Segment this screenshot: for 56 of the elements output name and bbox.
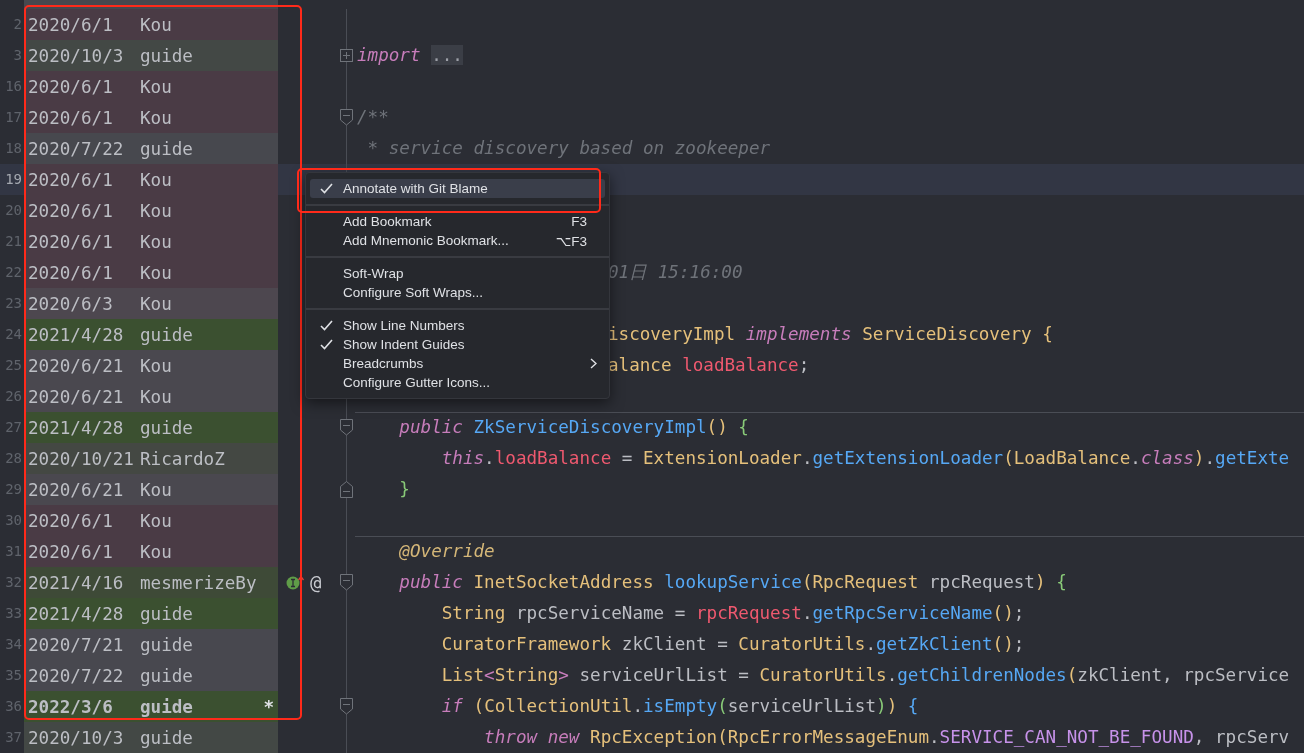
menu-item[interactable]: Configure Soft Wraps... [310, 283, 605, 302]
code-line: public ZkServiceDiscoveryImpl() { [398, 416, 749, 439]
code-line: String rpcServiceName = rpcRequest.getRpcServiceName(); [440, 602, 1025, 625]
blame-annotation[interactable]: 2020/7/22 guide [24, 660, 278, 691]
menu-item[interactable]: Add Bookmark F3 [310, 212, 605, 231]
menu-item[interactable]: Show Line Numbers [310, 316, 605, 335]
blame-annotation[interactable]: 2020/6/1 Kou [24, 505, 278, 536]
menu-item[interactable]: Show Indent Guides [310, 335, 605, 354]
blame-annotation[interactable]: 2021/4/28 guide [24, 598, 278, 629]
menu-item[interactable]: Add Mnemonic Bookmark... ⌥F3 [310, 231, 605, 250]
code-line: if (CollectionUtil.isEmpty(serviceUrlList)) { [440, 695, 919, 718]
blame-annotation[interactable]: 2021/4/28 guide [24, 412, 278, 443]
fold-end-icon[interactable] [340, 481, 353, 498]
code-line: throw new RpcException(RpcErrorMessageEnum.SERVICE_CAN_NOT_BE_FOUND, rpcServ [483, 726, 1290, 749]
menu-item[interactable]: Annotate with Git Blame [310, 179, 605, 198]
blame-annotation[interactable]: 2020/6/21 Kou [24, 381, 278, 412]
menu-item[interactable]: Breadcrumbs [310, 354, 605, 373]
blame-annotation[interactable]: 2020/6/1 Kou [24, 536, 278, 567]
blame-annotation[interactable]: 2020/6/3 Kou [24, 288, 278, 319]
blame-annotation[interactable]: 2020/6/1 Kou [24, 226, 278, 257]
fold-minus-icon[interactable] [340, 419, 353, 436]
code-line: List<String> serviceUrlList = CuratorUtils.getChildrenNodes(zkClient, rpcService [440, 664, 1290, 687]
fold-minus-icon[interactable] [340, 109, 353, 126]
blame-annotation[interactable]: 2020/6/21 Kou [24, 350, 278, 381]
fold-plus-icon[interactable] [340, 49, 353, 62]
code-line: this.loadBalance = ExtensionLoader.getExtensionLoader(LoadBalance.class).getExte [440, 447, 1290, 470]
line-number: 19 [4, 170, 23, 189]
blame-annotation[interactable]: 2020/10/21 RicardoZ [24, 443, 278, 474]
blame-annotation[interactable]: 2020/6/1 Kou [24, 9, 278, 40]
blame-annotation[interactable]: 2020/6/1 Kou [24, 164, 278, 195]
fold-minus-icon[interactable] [340, 698, 353, 715]
blame-annotation[interactable]: 2020/6/21 Kou [24, 474, 278, 505]
menu-item[interactable]: Soft-Wrap [310, 264, 605, 283]
blame-annotation[interactable]: 2020/6/1 Kou [24, 71, 278, 102]
blame-annotation[interactable]: 2020/6/1 Kou [24, 102, 278, 133]
at-sign-mark[interactable]: @ [310, 573, 322, 592]
menu-item[interactable]: Configure Gutter Icons... [310, 373, 605, 392]
code-line: CuratorFramework zkClient = CuratorUtils.getZkClient(); [440, 633, 1025, 656]
code-line: alance loadBalance; [608, 354, 810, 377]
blame-annotation[interactable]: 2021/4/16 mesmerizeBy [24, 567, 278, 598]
blame-annotation[interactable]: 2020/7/22 guide [24, 133, 278, 164]
blame-annotation[interactable]: 2020/6/1 Kou [24, 257, 278, 288]
code-line: } [398, 478, 410, 501]
blame-annotation[interactable]: 2020/7/21 guide [24, 629, 278, 660]
fold-minus-icon[interactable] [340, 574, 353, 591]
blame-annotation[interactable]: 2020/10/3 guide [24, 40, 278, 71]
blame-annotation[interactable]: 2020/10/3 guide [24, 722, 278, 753]
code-line: /** [357, 106, 389, 129]
blame-annotation[interactable]: 2022/3/6 guide * [24, 691, 278, 722]
code-line: import ... [357, 44, 463, 67]
blame-annotation[interactable]: 2020/6/1 Kou [24, 195, 278, 226]
code-line: @Override [398, 540, 495, 563]
code-line: iscoveryImpl implements ServiceDiscovery { [608, 323, 1053, 346]
blame-annotation[interactable]: 2021/4/28 guide [24, 319, 278, 350]
code-line: public InetSocketAddress lookupService(RpcRequest rpcRequest) { [398, 571, 1067, 594]
code-line: * service discovery based on zookeeper [366, 137, 771, 160]
